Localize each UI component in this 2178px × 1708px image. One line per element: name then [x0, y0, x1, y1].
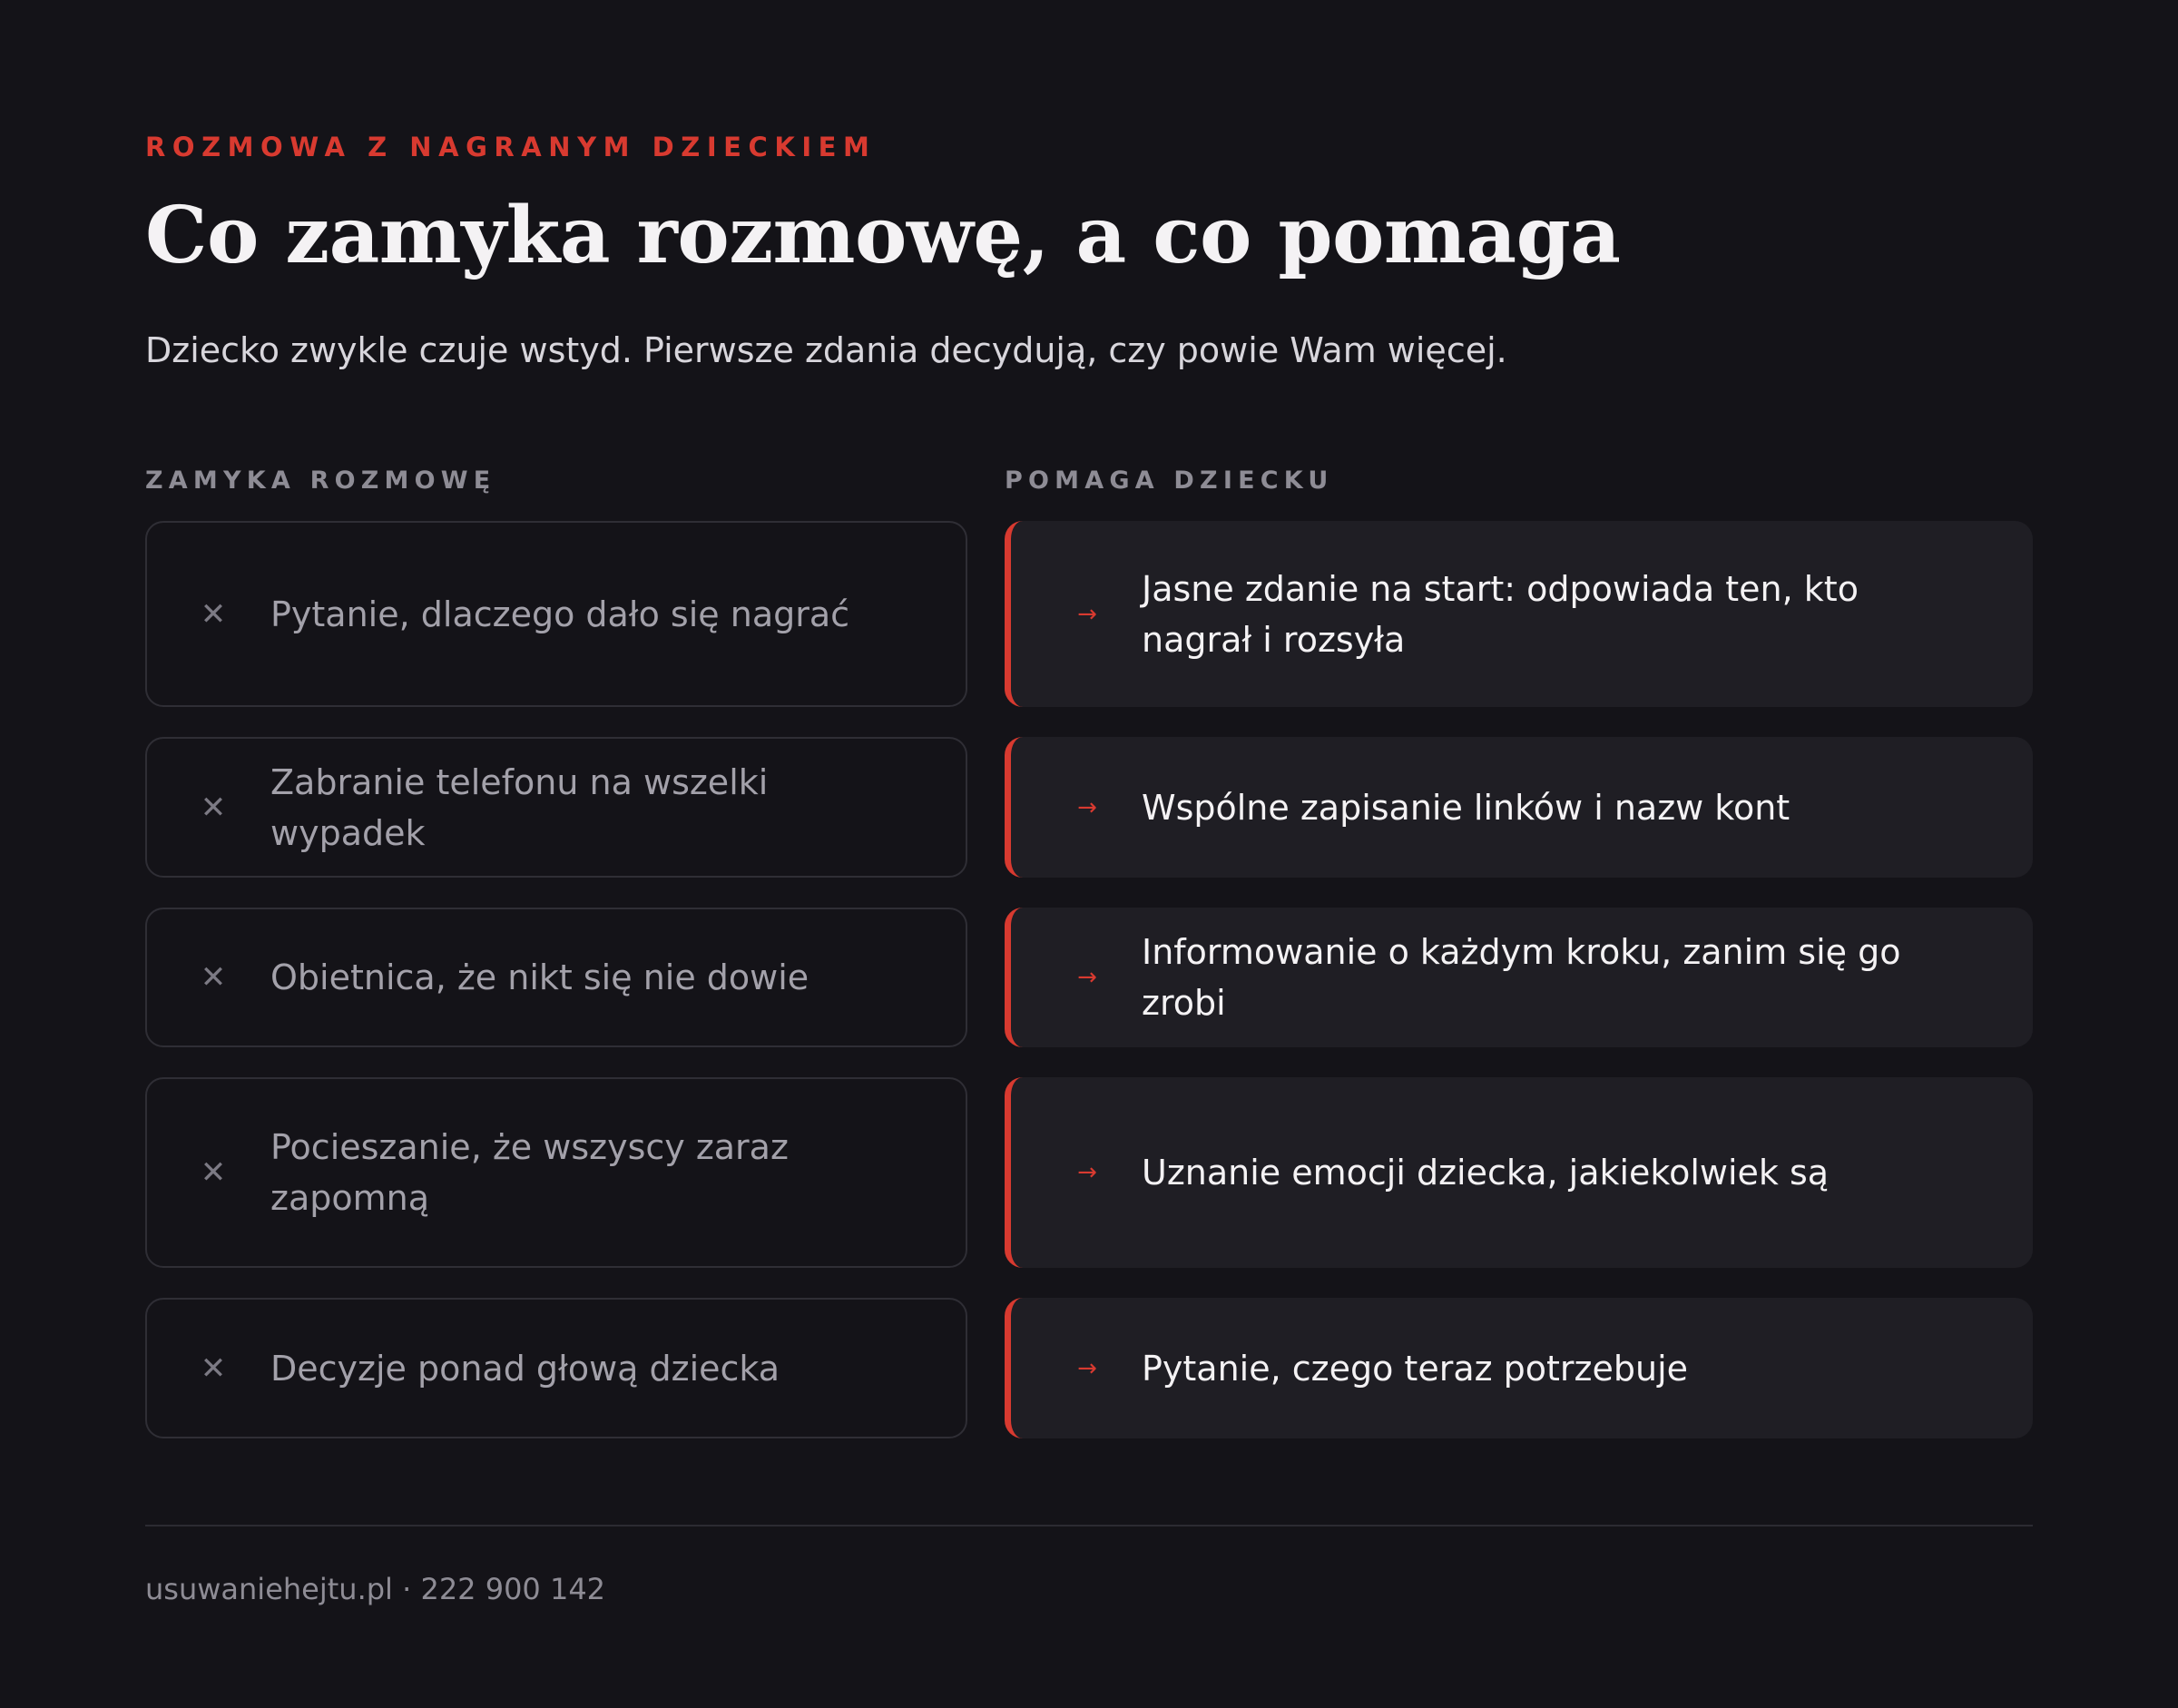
comparison-row: ✕ Pytanie, dlaczego dało się nagrać → Ja… [145, 521, 2033, 707]
closes-card-text: Obietnica, że nikt się nie dowie [270, 957, 809, 997]
closes-card: ✕ Pocieszanie, że wszyscy zaraz zapomną [145, 1077, 967, 1268]
arrow-right-icon: → [1077, 600, 1097, 628]
closes-card-text: Decyzje ponad głową dziecka [270, 1348, 780, 1389]
helps-card: → Jasne zdanie na start: odpowiada ten, … [1005, 521, 2033, 707]
comparison-row: ✕ Zabranie telefonu na wszelki wypadek →… [145, 737, 2033, 878]
closes-card: ✕ Pytanie, dlaczego dało się nagrać [145, 521, 967, 707]
column-heading-closes: ZAMYKA ROZMOWĘ [145, 466, 496, 495]
helps-card-text: Wspólne zapisanie linków i nazw kont [1142, 787, 1790, 828]
closes-card-text: Pytanie, dlaczego dało się nagrać [270, 594, 850, 634]
closes-card-text: Zabranie telefonu na wszelki wypadek [270, 761, 769, 853]
closes-card: ✕ Obietnica, że nikt się nie dowie [145, 908, 967, 1047]
helps-card: → Wspólne zapisanie linków i nazw kont [1005, 737, 2033, 878]
helps-card-text: Uznanie emocji dziecka, jakiekolwiek są [1142, 1153, 1830, 1193]
comparison-row: ✕ Pocieszanie, że wszyscy zaraz zapomną … [145, 1077, 2033, 1268]
page: ROZMOWA Z NAGRANYM DZIECKIEM Co zamyka r… [145, 0, 2033, 1708]
eyebrow: ROZMOWA Z NAGRANYM DZIECKIEM [145, 132, 877, 162]
arrow-right-icon: → [1077, 1159, 1097, 1186]
helps-card-text: Jasne zdanie na start: odpowiada ten, kt… [1142, 568, 1859, 660]
helps-card: → Informowanie o każdym kroku, zanim się… [1005, 908, 2033, 1047]
cross-icon: ✕ [200, 595, 227, 633]
helps-card-text: Informowanie o każdym kroku, zanim się g… [1142, 932, 1901, 1023]
arrow-right-icon: → [1077, 964, 1097, 991]
column-heading-helps: POMAGA DZIECKU [1005, 466, 1334, 495]
closes-card-text: Pocieszanie, że wszyscy zaraz zapomną [270, 1127, 789, 1218]
comparison-row: ✕ Obietnica, że nikt się nie dowie → Inf… [145, 908, 2033, 1047]
cross-icon: ✕ [200, 1154, 227, 1191]
cross-icon: ✕ [200, 1350, 227, 1387]
footer-divider [145, 1525, 2033, 1526]
comparison-row: ✕ Decyzje ponad głową dziecka → Pytanie,… [145, 1298, 2033, 1438]
helps-card-text: Pytanie, czego teraz potrzebuje [1142, 1348, 1689, 1389]
helps-card: → Pytanie, czego teraz potrzebuje [1005, 1298, 2033, 1438]
arrow-right-icon: → [1077, 1354, 1097, 1382]
closes-card: ✕ Decyzje ponad głową dziecka [145, 1298, 967, 1438]
closes-card: ✕ Zabranie telefonu na wszelki wypadek [145, 737, 967, 878]
page-title: Co zamyka rozmowę, a co pomaga [145, 190, 1621, 281]
arrow-right-icon: → [1077, 793, 1097, 821]
cross-icon: ✕ [200, 959, 227, 996]
comparison-list: ✕ Pytanie, dlaczego dało się nagrać → Ja… [145, 521, 2033, 1438]
helps-card: → Uznanie emocji dziecka, jakiekolwiek s… [1005, 1077, 2033, 1268]
cross-icon: ✕ [200, 789, 227, 826]
footer-contact: usuwaniehejtu.pl · 222 900 142 [145, 1572, 606, 1606]
page-subtitle: Dziecko zwykle czuje wstyd. Pierwsze zda… [145, 330, 1507, 370]
